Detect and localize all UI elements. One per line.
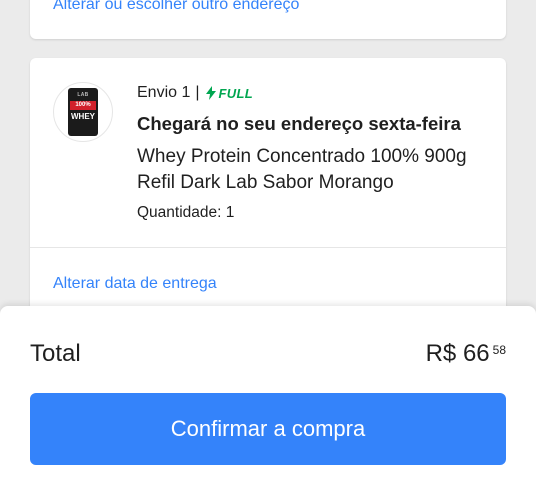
product-image-name: WHEY: [71, 112, 95, 121]
total-label: Total: [30, 340, 81, 367]
full-badge-label: FULL: [218, 85, 253, 101]
full-badge: FULL: [205, 85, 253, 101]
lightning-icon: [205, 86, 216, 100]
product-image-tag: 100%: [70, 101, 96, 110]
product-thumbnail: LAB 100% WHEY: [53, 82, 113, 142]
shipment-separator: |: [195, 84, 200, 101]
checkout-summary-sheet: Total R$ 66 58 Confirmar a compra: [0, 306, 536, 500]
product-image-brand: LAB: [77, 92, 89, 98]
shipment-label: Envio 1: [137, 84, 191, 101]
shipment-header: Envio 1 | FULL: [137, 83, 253, 103]
total-amount: R$ 66: [425, 340, 490, 367]
arrival-text: Chegará no seu endereço sexta-feira: [137, 113, 461, 134]
product-title: Whey Protein Concentrado 100% 900g Refil…: [137, 146, 467, 193]
product-image: LAB 100% WHEY: [68, 88, 98, 136]
change-address-link[interactable]: Alterar ou escolher outro endereço: [53, 0, 299, 14]
total-cents: 58: [492, 343, 506, 357]
divider: [30, 247, 506, 248]
shipment-card: LAB 100% WHEY Envio 1 | FULL Chegará no …: [30, 58, 506, 338]
total-value: R$ 66 58: [426, 340, 506, 368]
change-delivery-date-link[interactable]: Alterar data de entrega: [53, 275, 217, 293]
confirm-purchase-button[interactable]: Confirmar a compra: [30, 393, 506, 465]
quantity-text: Quantidade: 1: [137, 204, 235, 221]
address-card: Alterar ou escolher outro endereço: [30, 0, 506, 39]
